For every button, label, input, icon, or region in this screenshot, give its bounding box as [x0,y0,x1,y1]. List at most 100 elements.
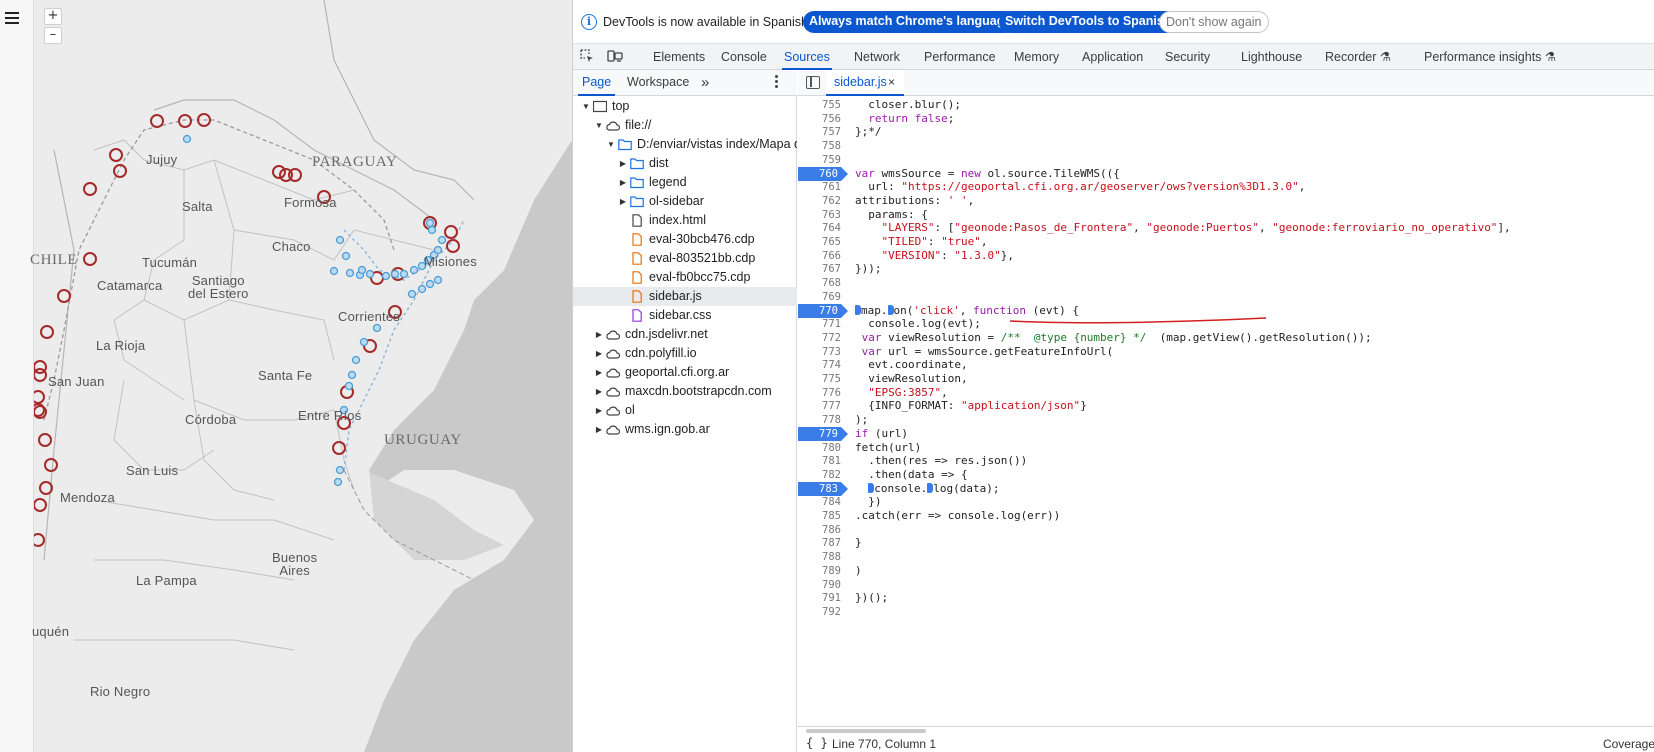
expanded-arrow-icon[interactable]: ▼ [581,97,591,116]
line-number[interactable]: 771 [798,317,841,331]
code-line[interactable]: 776 "EPSG:3857", [798,386,1654,400]
tab-lighthouse[interactable]: Lighthouse [1241,44,1302,70]
tree-item[interactable]: ▶ wms.ign.gob.ar [573,420,797,439]
code-line[interactable]: 772 var viewResolution = /** @type {numb… [798,331,1654,345]
line-number[interactable]: 781 [798,454,841,468]
code-line[interactable]: 771 console.log(evt); [798,317,1654,331]
tree-item[interactable]: ▶ legend [573,173,797,192]
editor-file-tab[interactable]: sidebar.js × [826,70,904,96]
tree-item[interactable]: ▶ cdn.polyfill.io [573,344,797,363]
line-number[interactable]: 778 [798,413,841,427]
breakpoint-line-number[interactable]: 760 [798,166,848,181]
line-number[interactable]: 785 [798,509,841,523]
line-number[interactable]: 764 [798,221,841,235]
code-line[interactable]: 782 .then(data => { [798,468,1654,482]
tab-page[interactable]: Page [577,70,616,96]
line-number[interactable]: 758 [798,139,841,153]
tree-item[interactable]: eval-fb0bcc75.cdp [573,268,797,287]
code-line[interactable]: 773 var url = wmsSource.getFeatureInfoUr… [798,345,1654,359]
code-line[interactable]: 792 [798,605,1654,619]
collapsed-arrow-icon[interactable]: ▶ [618,192,628,211]
close-icon[interactable]: × [888,70,895,94]
line-number[interactable]: 757 [798,125,841,139]
line-number[interactable]: 773 [798,345,841,359]
code-line[interactable]: 761 url: "https://geoportal.cfi.org.ar/g… [798,180,1654,194]
line-number[interactable]: 792 [798,605,841,619]
hamburger-icon[interactable] [5,12,19,24]
line-number[interactable]: 768 [798,276,841,290]
code-line[interactable]: 778); [798,413,1654,427]
map-canvas[interactable]: PARAGUAY URUGUAY CHILE Jujuy Salta Formo… [30,0,572,752]
line-number[interactable]: 763 [798,208,841,222]
tree-item[interactable]: eval-30bcb476.cdp [573,230,797,249]
code-line[interactable]: 774 evt.coordinate, [798,358,1654,372]
tab-recorder[interactable]: Recorder ⚗ [1325,44,1391,70]
code-line[interactable]: 781 .then(res => res.json()) [798,454,1654,468]
code-area[interactable]: 755 closer.blur(); 756 return false; 757};… [798,96,1654,726]
code-line[interactable]: 784 }) [798,495,1654,509]
tree-item[interactable]: ▶ ol-sidebar [573,192,797,211]
toggle-navigator-icon[interactable] [806,76,820,89]
breakpoint-line-number[interactable]: 783 [798,481,848,496]
code-line[interactable]: 765 "TILED": "true", [798,235,1654,249]
line-number[interactable]: 761 [798,180,841,194]
code-line[interactable]: 760 var wmsSource = new ol.source.TileWMS… [798,166,1654,181]
line-number[interactable]: 759 [798,153,841,167]
tree-item[interactable]: ▶ geoportal.cfi.org.ar [573,363,797,382]
tree-item[interactable]: ▶ dist [573,154,797,173]
line-number[interactable]: 791 [798,591,841,605]
line-number[interactable]: 786 [798,523,841,537]
line-number[interactable]: 784 [798,495,841,509]
tab-performance-insights[interactable]: Performance insights ⚗ [1424,44,1556,70]
line-number[interactable]: 755 [798,98,841,112]
code-line[interactable]: 756 return false; [798,112,1654,126]
code-line[interactable]: 769 [798,290,1654,304]
collapsed-arrow-icon[interactable]: ▶ [594,420,604,439]
tree-item[interactable]: sidebar.js [573,287,797,306]
line-number[interactable]: 769 [798,290,841,304]
tree-item[interactable]: ▼ D:/enviar/vistas index/Mapa di [573,135,797,154]
line-number[interactable]: 774 [798,358,841,372]
line-number[interactable]: 767 [798,262,841,276]
code-line[interactable]: 783 console. log(data); [798,481,1654,496]
tree-item[interactable]: ▼ file:// [573,116,797,135]
collapsed-arrow-icon[interactable]: ▶ [594,401,604,420]
code-line[interactable]: 786 [798,523,1654,537]
line-number[interactable]: 772 [798,331,841,345]
tab-elements[interactable]: Elements [653,44,705,70]
tree-item[interactable]: ▶ ol [573,401,797,420]
code-line[interactable]: 768 [798,276,1654,290]
code-line[interactable]: 777 {INFO_FORMAT: "application/json"} [798,399,1654,413]
device-toolbar-icon[interactable] [607,48,623,64]
line-number[interactable]: 762 [798,194,841,208]
breakpoint-line-number[interactable]: 770 [798,303,848,318]
code-line[interactable]: 787} [798,536,1654,550]
tab-security[interactable]: Security [1165,44,1210,70]
collapsed-arrow-icon[interactable]: ▶ [594,344,604,363]
expanded-arrow-icon[interactable]: ▼ [606,135,616,154]
line-number[interactable]: 782 [798,468,841,482]
code-line[interactable]: 758 [798,139,1654,153]
line-number[interactable]: 766 [798,249,841,263]
horizontal-scrollbar[interactable] [806,729,926,733]
line-number[interactable]: 777 [798,399,841,413]
code-line[interactable]: 780 fetch(url) [798,441,1654,455]
line-number[interactable]: 765 [798,235,841,249]
tab-network[interactable]: Network [854,44,900,70]
zoom-in-button[interactable]: + [44,8,62,25]
tab-memory[interactable]: Memory [1014,44,1059,70]
line-number[interactable]: 776 [798,386,841,400]
zoom-out-button[interactable]: – [44,27,62,44]
code-line[interactable]: 779 if (url) [798,426,1654,442]
breakpoint-line-number[interactable]: 779 [798,426,848,442]
tab-sources[interactable]: Sources [782,44,832,70]
code-line[interactable]: 790 [798,578,1654,592]
line-number[interactable]: 787 [798,536,841,550]
dont-show-again-button[interactable]: Don't show again [1159,11,1269,33]
line-number[interactable]: 775 [798,372,841,386]
tree-item[interactable]: ▶ cdn.jsdelivr.net [573,325,797,344]
code-line[interactable]: 785 .catch(err => console.log(err)) [798,509,1654,523]
code-line[interactable]: 788 [798,550,1654,564]
code-line[interactable]: 764 "LAYERS": ["geonode:Pasos_de_Fronter… [798,221,1654,235]
tab-console[interactable]: Console [721,44,767,70]
